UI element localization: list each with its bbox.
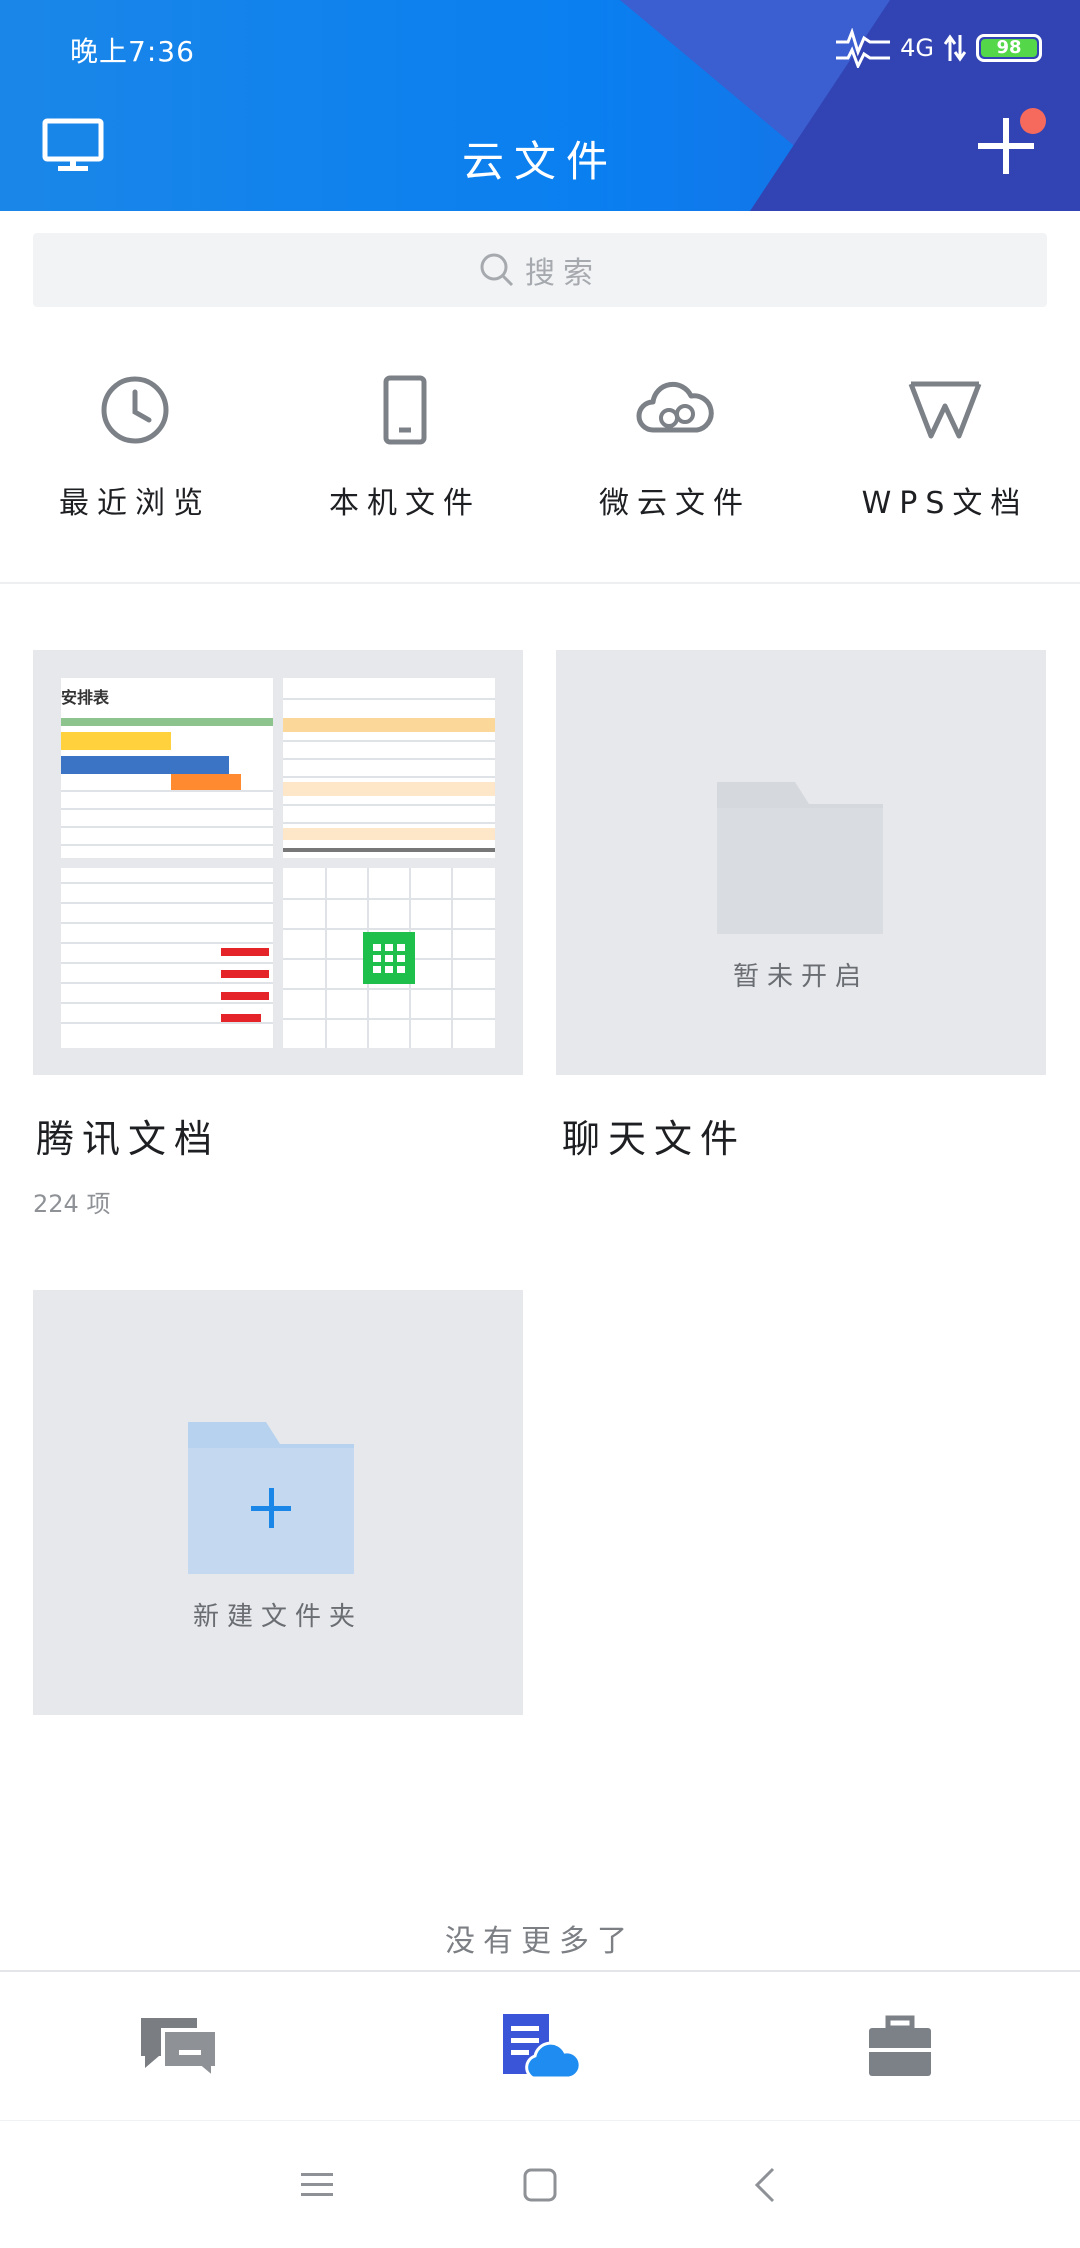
thumbnail-title: 安排表 [61, 688, 110, 707]
sheet-app-icon [363, 932, 415, 984]
home-icon[interactable] [518, 2163, 562, 2207]
system-nav-bar [0, 2120, 1080, 2248]
quick-entries: 最近浏览 本机文件 微云文件 WPS文档 [0, 370, 1080, 521]
cloud-doc-icon[interactable] [495, 2012, 585, 2082]
section-divider [0, 582, 1080, 584]
quick-label-wps: WPS文档 [861, 486, 1029, 521]
phone-icon [383, 375, 427, 445]
folder-count: 224 项 [33, 1190, 111, 1218]
menu-icon[interactable] [295, 2163, 339, 2207]
folder-title-tencent-docs: 腾讯文档 [36, 1117, 221, 1161]
quick-label-local: 本机文件 [329, 486, 481, 521]
clock-icon [101, 376, 169, 444]
new-folder-icon [188, 1422, 354, 1574]
grid-thumbnail [283, 868, 495, 1048]
page-title: 云文件 [461, 137, 618, 186]
search-icon [480, 253, 514, 287]
battery-icon: 98 [976, 34, 1042, 62]
list-thumbnail [61, 868, 273, 1048]
sheet-thumbnail [283, 678, 495, 858]
chat-icon[interactable] [135, 2012, 225, 2082]
folder-card-tencent-docs[interactable]: 安排表 [33, 650, 523, 1075]
doc-thumbnail: 安排表 [61, 678, 273, 858]
signal-icon [836, 28, 891, 68]
back-icon[interactable] [745, 2163, 789, 2207]
status-icons: 4G 98 [836, 28, 1042, 68]
app-root: 晚上7:36 4G 98 云文件 搜索 最近浏览 本机文件 微云文件 WPS文档… [0, 0, 1080, 2248]
briefcase-icon[interactable] [855, 2012, 945, 2082]
list-end-text: 没有更多了 [445, 1924, 635, 1959]
quick-item-recent[interactable]: 最近浏览 [0, 370, 270, 522]
quick-item-wps[interactable]: WPS文档 [810, 370, 1080, 522]
bottom-tab-bar [0, 1970, 1080, 2120]
quick-label-recent: 最近浏览 [59, 486, 211, 521]
wps-icon [908, 381, 982, 439]
new-folder-label: 新建文件夹 [192, 1602, 363, 1632]
search-bar[interactable]: 搜索 [33, 233, 1047, 307]
folder-icon [717, 782, 883, 934]
quick-item-weiyun[interactable]: 微云文件 [540, 370, 810, 522]
header-bar: 晚上7:36 4G 98 云文件 [0, 0, 1080, 211]
new-folder-card[interactable]: 新建文件夹 [33, 1290, 523, 1715]
notification-badge [1020, 108, 1046, 134]
status-time: 晚上7:36 [70, 35, 195, 68]
quick-item-local[interactable]: 本机文件 [270, 370, 540, 522]
search-placeholder: 搜索 [525, 256, 601, 291]
cloud-icon [636, 381, 714, 433]
battery-level: 98 [981, 39, 1037, 57]
folder-title-chat-files: 聊天文件 [562, 1117, 747, 1161]
network-type: 4G [900, 34, 934, 62]
data-arrows-icon [944, 34, 966, 62]
folder-card-chat-files[interactable]: 暂未开启 [556, 650, 1046, 1075]
folder-status: 暂未开启 [732, 962, 869, 992]
quick-label-weiyun: 微云文件 [599, 486, 751, 521]
